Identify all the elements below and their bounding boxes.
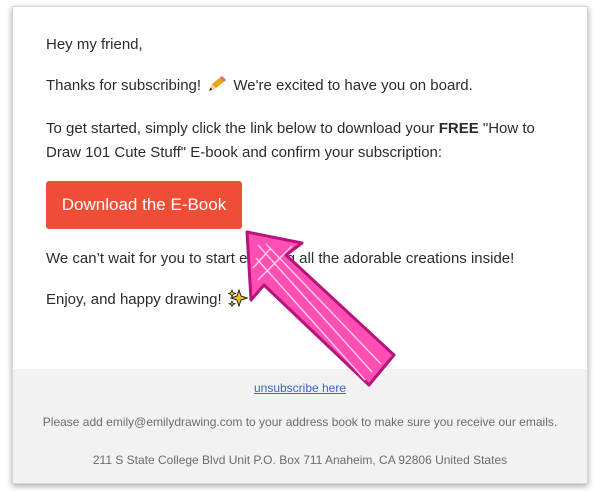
thanks-paragraph: Thanks for subscribing! We're excited to… [46, 74, 473, 98]
signoff-paragraph: Enjoy, and happy drawing! [46, 288, 250, 312]
postal-address: 211 S State College Blvd Unit P.O. Box 7… [92, 453, 508, 467]
unsubscribe-link[interactable]: unsubscribe here [13, 381, 587, 395]
thanks-text: Thanks for subscribing! [46, 77, 202, 94]
welcome-text: We're excited to have you on board. [233, 77, 473, 94]
free-label: FREE [438, 120, 479, 137]
anticipation-text: We can’t wait for you to start enjoying … [46, 250, 515, 267]
greeting-text: Hey my friend, [46, 36, 143, 53]
email-body: Hey my friend, Thanks for subscribing! W… [13, 7, 587, 369]
signoff-text: Enjoy, and happy drawing! [46, 291, 222, 308]
instructions-paragraph: To get started, simply click the link be… [46, 117, 556, 165]
email-footer: unsubscribe here Please add emily@emilyd… [13, 369, 587, 483]
sparkles-icon [227, 288, 249, 308]
address-book-note: Please add emily@emilydrawing.com to you… [42, 415, 558, 429]
pencil-icon [207, 75, 227, 93]
email-card: Hey my friend, Thanks for subscribing! W… [12, 6, 588, 484]
download-ebook-button[interactable]: Download the E-Book [46, 181, 242, 229]
instructions-text: To get started, simply click the link be… [46, 120, 435, 137]
